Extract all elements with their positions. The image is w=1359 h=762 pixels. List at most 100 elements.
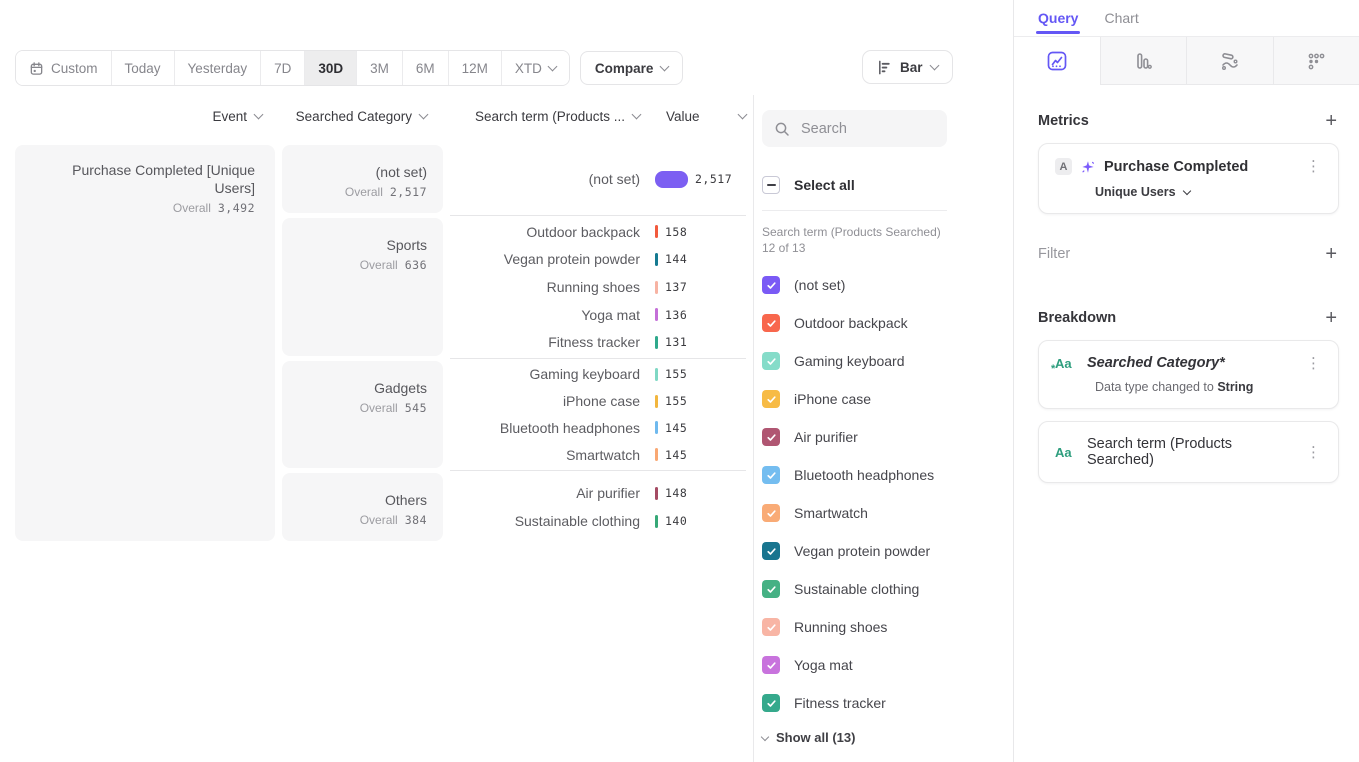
chevron-down-icon bbox=[419, 110, 429, 120]
legend-item-outdoor-backpack[interactable]: Outdoor backpack bbox=[762, 304, 947, 342]
term-label: Running shoes bbox=[450, 279, 640, 295]
legend-item-fitness-tracker[interactable]: Fitness tracker bbox=[762, 684, 947, 722]
checked-checkbox[interactable] bbox=[762, 656, 780, 674]
breakdown-card-search-term[interactable]: Aa Search term (Products Searched) ⋮ bbox=[1038, 421, 1339, 483]
legend-item-iphone-case[interactable]: iPhone case bbox=[762, 380, 947, 418]
date-range-30d[interactable]: 30D bbox=[304, 51, 356, 85]
add-metric-button[interactable]: + bbox=[1323, 111, 1339, 131]
checked-checkbox[interactable] bbox=[762, 618, 780, 636]
legend-item-sustainable-clothing[interactable]: Sustainable clothing bbox=[762, 570, 947, 608]
term-label: Air purifier bbox=[450, 485, 640, 501]
tab-insights-report[interactable] bbox=[1014, 37, 1100, 85]
column-header-value[interactable]: Value bbox=[666, 109, 746, 124]
date-range-6m[interactable]: 6M bbox=[402, 51, 448, 85]
breakdown-card-searched-category[interactable]: Aa* Searched Category* ⋮ Data type chang… bbox=[1038, 340, 1339, 409]
checked-checkbox[interactable] bbox=[762, 542, 780, 560]
term-row-sustainable-clothing[interactable]: Sustainable clothing140 bbox=[450, 507, 746, 535]
tab-flows-report[interactable] bbox=[1186, 37, 1273, 85]
legend-item-label: Gaming keyboard bbox=[794, 353, 905, 369]
legend-item-yoga-mat[interactable]: Yoga mat bbox=[762, 646, 947, 684]
tab-chart[interactable]: Chart bbox=[1104, 10, 1138, 26]
checked-checkbox[interactable] bbox=[762, 390, 780, 408]
legend-item-gaming-keyboard[interactable]: Gaming keyboard bbox=[762, 342, 947, 380]
string-property-icon: Aa bbox=[1055, 445, 1079, 460]
add-filter-button[interactable]: + bbox=[1323, 244, 1339, 264]
term-row-bluetooth-headphones[interactable]: Bluetooth headphones145 bbox=[450, 415, 746, 442]
value-bar bbox=[655, 253, 658, 266]
term-row-smartwatch[interactable]: Smartwatch145 bbox=[450, 441, 746, 468]
term-row-gaming-keyboard[interactable]: Gaming keyboard155 bbox=[450, 361, 746, 388]
legend-item-bluetooth-headphones[interactable]: Bluetooth headphones bbox=[762, 456, 947, 494]
event-spark-icon bbox=[1080, 159, 1096, 175]
term-row-iphone-case[interactable]: iPhone case155 bbox=[450, 388, 746, 415]
term-row-fitness-tracker[interactable]: Fitness tracker131 bbox=[450, 328, 746, 356]
term-row-yoga-mat[interactable]: Yoga mat136 bbox=[450, 301, 746, 329]
select-all-checkbox-indeterminate[interactable] bbox=[762, 176, 780, 194]
legend-item-air-purifier[interactable]: Air purifier bbox=[762, 418, 947, 456]
legend-item-vegan-protein-powder[interactable]: Vegan protein powder bbox=[762, 532, 947, 570]
tab-query[interactable]: Query bbox=[1038, 10, 1078, 26]
checked-checkbox[interactable] bbox=[762, 466, 780, 484]
checkmark-icon bbox=[766, 584, 777, 595]
date-range-7d[interactable]: 7D bbox=[260, 51, 304, 85]
legend-item-not-set[interactable]: (not set) bbox=[762, 266, 947, 304]
overall-value: 3,492 bbox=[218, 201, 255, 215]
show-all-button[interactable]: Show all (13) bbox=[762, 730, 947, 745]
tab-retention-report[interactable] bbox=[1273, 37, 1359, 85]
value-bar bbox=[655, 515, 658, 528]
term-row-vegan-protein-powder[interactable]: Vegan protein powder144 bbox=[450, 246, 746, 274]
legend-item-label: Sustainable clothing bbox=[794, 581, 919, 597]
compare-button[interactable]: Compare bbox=[580, 51, 684, 85]
term-row-not-set[interactable]: (not set)2,517 bbox=[450, 165, 746, 193]
checked-checkbox[interactable] bbox=[762, 314, 780, 332]
checked-checkbox[interactable] bbox=[762, 580, 780, 598]
term-value: 158 bbox=[665, 225, 687, 239]
modified-asterisk: * bbox=[1051, 363, 1055, 375]
chevron-down-icon bbox=[660, 61, 670, 71]
date-range-today[interactable]: Today bbox=[111, 51, 174, 85]
sidebar-tabs: Query Chart bbox=[1014, 0, 1359, 36]
legend-search[interactable] bbox=[762, 110, 947, 147]
checkmark-icon bbox=[766, 622, 777, 633]
event-cell: Purchase Completed [Unique Users] Overal… bbox=[15, 145, 275, 541]
checked-checkbox[interactable] bbox=[762, 352, 780, 370]
date-range-label: 7D bbox=[274, 61, 291, 76]
column-header-search-term[interactable]: Search term (Products ... bbox=[450, 109, 640, 124]
measure-selector[interactable]: Unique Users bbox=[1095, 185, 1324, 199]
note-prefix: Data type changed to bbox=[1095, 380, 1217, 394]
term-row-air-purifier[interactable]: Air purifier 148 bbox=[450, 479, 746, 507]
select-all-row[interactable]: Select all bbox=[762, 171, 947, 199]
checked-checkbox[interactable] bbox=[762, 694, 780, 712]
breakdown-kebab-menu-icon[interactable]: ⋮ bbox=[1303, 356, 1324, 371]
date-range-yesterday[interactable]: Yesterday bbox=[174, 51, 261, 85]
checked-checkbox[interactable] bbox=[762, 428, 780, 446]
group-separator bbox=[450, 358, 746, 359]
add-breakdown-button[interactable]: + bbox=[1323, 308, 1339, 328]
term-value: 2,517 bbox=[695, 172, 732, 186]
column-header-event[interactable]: Event bbox=[15, 109, 262, 124]
term-row-outdoor-backpack[interactable]: Outdoor backpack158 bbox=[450, 218, 746, 246]
term-label: iPhone case bbox=[450, 393, 640, 409]
breakdown-kebab-menu-icon[interactable]: ⋮ bbox=[1303, 445, 1324, 460]
date-range-12m[interactable]: 12M bbox=[448, 51, 501, 85]
legend-item-label: Air purifier bbox=[794, 429, 858, 445]
date-range-3m[interactable]: 3M bbox=[356, 51, 402, 85]
column-header-searched-category[interactable]: Searched Category bbox=[282, 109, 427, 124]
category-overall: Overall2,517 bbox=[292, 185, 427, 199]
legend-item-smartwatch[interactable]: Smartwatch bbox=[762, 494, 947, 532]
date-range-custom[interactable]: Custom bbox=[16, 51, 111, 85]
value-bar bbox=[655, 281, 658, 294]
checked-checkbox[interactable] bbox=[762, 276, 780, 294]
date-range-xtd[interactable]: XTD bbox=[501, 51, 569, 85]
metric-card[interactable]: A Purchase Completed ⋮ Unique Users bbox=[1038, 143, 1339, 214]
term-row-running-shoes[interactable]: Running shoes137 bbox=[450, 273, 746, 301]
tab-funnels-report[interactable] bbox=[1100, 37, 1187, 85]
chart-type-button[interactable]: Bar bbox=[862, 50, 953, 84]
term-value: 148 bbox=[665, 486, 687, 500]
overall-label: Overall bbox=[360, 258, 398, 272]
legend-search-input[interactable] bbox=[799, 120, 923, 138]
metric-kebab-menu-icon[interactable]: ⋮ bbox=[1303, 159, 1324, 174]
string-property-icon: Aa* bbox=[1055, 356, 1079, 371]
legend-item-running-shoes[interactable]: Running shoes bbox=[762, 608, 947, 646]
checked-checkbox[interactable] bbox=[762, 504, 780, 522]
